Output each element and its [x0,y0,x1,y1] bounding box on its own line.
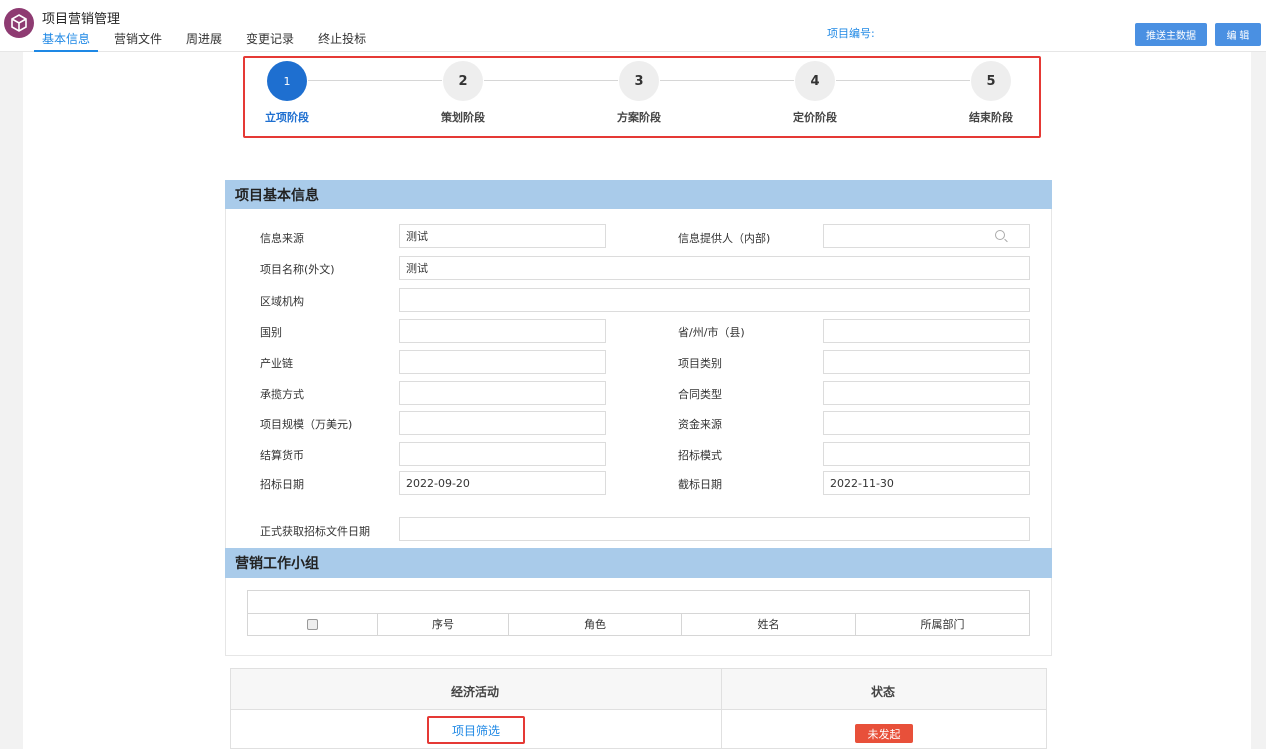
contract-type-label: 合同类型 [678,388,722,401]
activities-table-header [231,669,1046,710]
step-label: 定价阶段 [793,111,837,124]
step-5[interactable]: 5 结束阶段 [951,61,1031,125]
tab-change-log[interactable]: 变更记录 [238,30,302,52]
bid-date-input[interactable]: 2022-09-20 [399,471,606,495]
bidding-mode-label: 招标模式 [678,449,722,462]
contract-method-label: 承揽方式 [260,388,304,401]
country-input[interactable] [399,319,606,343]
select-all-checkbox[interactable] [307,618,318,630]
edit-button[interactable]: 编 辑 [1215,23,1261,46]
step-circle: 5 [971,61,1011,101]
tab-weekly-progress[interactable]: 周进展 [178,30,230,52]
project-name-label: 项目名称(外文) [260,263,335,276]
project-scale-label: 项目规模（万美元) [260,418,353,431]
info-source-input[interactable]: 测试 [399,224,606,248]
team-table-header: 序号 角色 姓名 所属部门 [247,613,1030,636]
step-circle: 4 [795,61,835,101]
contract-method-input[interactable] [399,381,606,405]
column-header: 状态 [871,685,896,699]
settlement-currency-input[interactable] [399,442,606,466]
search-icon[interactable] [995,230,1005,240]
step-circle: 3 [619,61,659,101]
tab-basic-info[interactable]: 基本信息 [34,30,99,52]
step-circle: 2 [443,61,483,101]
step-label: 结束阶段 [969,111,1013,124]
settlement-currency-label: 结算货币 [260,449,304,462]
column-divider [721,669,722,749]
industry-chain-label: 产业链 [260,357,293,370]
column-header: 角色 [509,613,682,635]
step-label: 方案阶段 [617,111,661,124]
province-label: 省/州/市（县) [678,326,745,339]
bid-date-label: 招标日期 [260,478,304,491]
select-all-cell [248,613,378,635]
contract-type-input[interactable] [823,381,1030,405]
project-name-input[interactable]: 测试 [399,256,1030,280]
step-connector [836,80,970,81]
region-org-label: 区域机构 [260,295,304,308]
step-circle: 1 [267,61,307,101]
step-4[interactable]: 4 定价阶段 [775,61,855,125]
top-header: 项目营销管理 基本信息 营销文件 周进展 变更记录 终止投标 项目编号: 推送主… [0,0,1266,52]
step-connector [484,80,618,81]
project-screening-link[interactable]: 项目筛选 [427,716,525,744]
cube-icon [4,8,34,38]
formal-doc-date-label: 正式获取招标文件日期 [260,525,370,538]
project-number-label: 项目编号: [827,27,875,40]
formal-doc-date-input[interactable] [399,517,1030,541]
tab-marketing-files[interactable]: 营销文件 [106,30,170,52]
tab-terminate-bid[interactable]: 终止投标 [310,30,374,52]
info-source-label: 信息来源 [260,232,304,245]
bidding-mode-input[interactable] [823,442,1030,466]
step-1[interactable]: 1 立项阶段 [247,61,327,125]
info-provider-label: 信息提供人（内部) [678,232,771,245]
project-scale-input[interactable] [399,411,606,435]
team-header: 营销工作小组 [225,548,1052,578]
team-toolbar [247,590,1030,614]
fund-source-input[interactable] [823,411,1030,435]
industry-chain-input[interactable] [399,350,606,374]
fund-source-label: 资金来源 [678,418,722,431]
info-provider-input[interactable] [823,224,1030,248]
basic-info-header: 项目基本信息 [225,180,1052,209]
column-header: 经济活动 [451,685,500,699]
province-input[interactable] [823,319,1030,343]
column-header: 序号 [378,613,509,635]
app-title: 项目营销管理 [42,12,121,27]
deadline-date-label: 截标日期 [678,478,722,491]
country-label: 国别 [260,326,282,339]
project-category-input[interactable] [823,350,1030,374]
column-header: 所属部门 [920,618,965,631]
step-connector [660,80,794,81]
deadline-date-input[interactable]: 2022-11-30 [823,471,1030,495]
column-header: 姓名 [682,613,856,635]
step-label: 策划阶段 [441,111,485,124]
step-label: 立项阶段 [265,111,309,124]
push-master-data-button[interactable]: 推送主数据 [1135,23,1207,46]
status-badge: 未发起 [855,724,913,743]
step-2[interactable]: 2 策划阶段 [423,61,503,125]
tab-bar: 基本信息 营销文件 周进展 变更记录 终止投标 [34,30,382,52]
step-connector [308,80,442,81]
region-org-input[interactable] [399,288,1030,312]
project-category-label: 项目类别 [678,357,722,370]
step-3[interactable]: 3 方案阶段 [599,61,679,125]
activities-table: 经济活动 状态 项目筛选 未发起 [230,668,1047,749]
